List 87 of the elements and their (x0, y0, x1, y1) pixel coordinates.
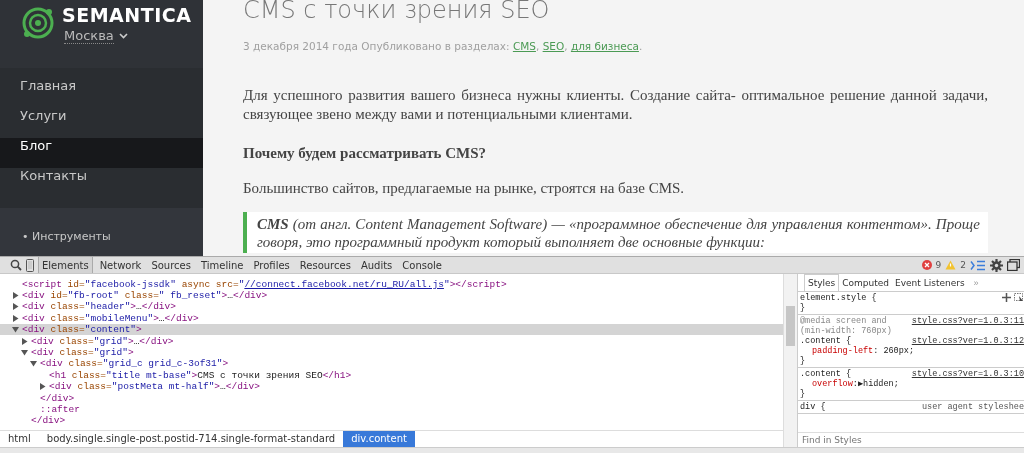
css-declaration: overflow:▶hidden; (811, 379, 900, 390)
paragraph: Для успешного развития вашего бизнеса нужны клиенты. Создание сайта- оптимальное решение данной задачи, связующее звено между вами и потенциальными клиентами. (243, 86, 988, 124)
style-filter-field[interactable]: Find in Styles (798, 432, 1024, 447)
styles-tab[interactable]: Event Listeners (892, 274, 968, 292)
dom-tree-row[interactable]: <script id="facebook-jssdk" async src="//connect.facebook.net/ru_RU/all.js"></script> (0, 278, 783, 290)
search-icon (10, 259, 22, 272)
dom-tree-row[interactable]: <div class="grid"> (0, 346, 783, 359)
dom-node-markup: <div class="grid_c grid_c-3of31"> (40, 358, 229, 370)
dom-tree-row[interactable]: <div class="content"> (0, 324, 783, 336)
devtools-tab[interactable]: Network (96, 257, 145, 274)
expanded-triangle-icon[interactable] (30, 360, 37, 368)
styles-tab[interactable]: Styles (804, 274, 840, 292)
dom-node-markup: <div id="fb-root" class=" fb_reset">…</div> (22, 290, 268, 301)
dom-tree-row[interactable]: <div class="grid">…</div> (0, 335, 783, 347)
closing-brace: } (800, 389, 807, 400)
post-meta: 3 декабря 2014 года Опубликовано в разделах: CMS, SEO, для бизнеса. (243, 40, 644, 52)
dom-node-markup: </div> (31, 415, 66, 427)
stylesheet-link[interactable]: style.css?ver=1.0.3:12 (911, 336, 1024, 347)
collapsed-triangle-icon[interactable] (21, 337, 28, 345)
logo-icon (20, 5, 56, 41)
console-drawer-icon (970, 259, 986, 271)
rule-origin-label: user agent styleshee (921, 402, 1024, 413)
devtools-tab[interactable]: Audits (357, 257, 396, 274)
expanded-triangle-icon[interactable] (21, 348, 28, 356)
breadcrumb-item[interactable]: div.content (343, 431, 415, 447)
city-dropdown[interactable]: Москва (62, 28, 128, 44)
breadcrumb-item[interactable]: html (0, 431, 39, 447)
css-selector: .content { (800, 369, 851, 380)
styles-tab[interactable]: Computed (839, 274, 893, 292)
collapsed-triangle-icon[interactable] (12, 303, 19, 311)
dom-tree-row[interactable]: <div class="mobileMenu">…</div> (0, 312, 783, 324)
dom-node-markup: ::after (40, 403, 80, 415)
menu-item[interactable]: Услуги (0, 108, 203, 138)
closing-brace: } (800, 303, 806, 314)
add-rule-icon (1002, 293, 1011, 303)
dom-tree-row[interactable]: </div> (0, 392, 783, 404)
dom-node-markup: <div class="mobileMenu">…</div> (22, 312, 199, 324)
dom-node-markup: <h1 class="title mt-base">CMS с точки зрения SEO</h1> (49, 369, 352, 381)
devtools-tab[interactable]: Sources (148, 257, 194, 274)
article-title: CMS с точки зрения SEO (243, 0, 551, 24)
css-selector: element.style { (800, 293, 877, 304)
dom-tree-row[interactable]: <div class="grid_c grid_c-3of31"> (0, 358, 783, 370)
dom-tree-row[interactable]: </div> (0, 415, 783, 427)
section-heading: Почему будем рассматривать CMS? (243, 144, 488, 163)
menu-item[interactable]: Главная (0, 78, 203, 108)
dom-tree-row[interactable]: <h1 class="title mt-base">CMS с точки зрения SEO</h1> (0, 369, 783, 381)
dom-node-markup: </div> (40, 392, 75, 404)
devtools-tab[interactable]: Console (399, 257, 445, 274)
stylesheet-link[interactable]: style.css?ver=1.0.3:10 (911, 369, 1024, 380)
menu-item[interactable]: Контакты (0, 168, 203, 198)
expanded-triangle-icon[interactable] (12, 326, 19, 334)
element-state-icon (1014, 293, 1024, 303)
script-source-link[interactable]: //connect.facebook.net/ru_RU/all.js (244, 278, 444, 290)
paragraph: Большинство сайтов, предлагаемые на рынке, строятся на базе CMS. (243, 179, 686, 198)
dom-node-markup: <div class="header">…</div> (22, 301, 176, 313)
dom-node-markup: <script id="facebook-jssdk" async src="//connect.facebook.net/ru_RU/all.js"></script> (22, 278, 507, 290)
vertical-scrollbar[interactable] (783, 274, 797, 447)
devtools-tab[interactable]: Elements (38, 257, 93, 274)
breadcrumb-item[interactable]: body.single.single-post.postid-714.single-format-standard (38, 431, 344, 447)
warning-count: 2 (960, 260, 966, 271)
collapsed-triangle-icon[interactable] (39, 383, 46, 391)
css-selector: .content { (800, 336, 851, 347)
dom-node-markup: <div class="postMeta mt-half">…</div> (49, 381, 260, 393)
dom-tree-row[interactable]: <div id="fb-root" class=" fb_reset">…</div> (0, 289, 783, 302)
error-icon (921, 260, 932, 271)
menu-item[interactable]: Блог (0, 138, 203, 168)
dom-tree-row[interactable]: <div class="header">…</div> (0, 301, 783, 313)
devtools-tab[interactable]: Timeline (197, 257, 247, 274)
devtools-tab[interactable]: Profiles (250, 257, 293, 274)
dom-node-markup: <div class="grid"> (31, 346, 134, 358)
dom-node-markup: <div class="grid">…</div> (31, 335, 174, 347)
css-declaration: padding-left: 260px; (811, 346, 916, 357)
closing-brace: } (800, 356, 807, 367)
collapsed-triangle-icon[interactable] (12, 292, 19, 299)
error-count: 9 (935, 260, 942, 271)
dom-tree-row[interactable]: <div class="postMeta mt-half">…</div> (0, 380, 783, 393)
brand-name: SEMANTICA (62, 3, 192, 28)
media-query: @media screen and (min-width: 760px) (800, 316, 893, 337)
definition-quote: CMS (от англ. Content Management Software) — «программное обеспечение для управления контентом». Проще говоря, это программный продукт который выполняет две основные функции: (243, 212, 988, 253)
stylesheet-link[interactable]: style.css?ver=1.0.3:11 (911, 316, 1024, 327)
devtools-tab[interactable]: Resources (296, 257, 354, 274)
css-selector: div { (800, 402, 826, 413)
dom-tree-row[interactable]: ::after (0, 403, 783, 416)
dom-node-markup: <div class="content"> (22, 324, 142, 336)
chevron-down-icon (118, 33, 128, 39)
warning-icon (945, 260, 957, 271)
collapsed-triangle-icon[interactable] (12, 314, 19, 322)
